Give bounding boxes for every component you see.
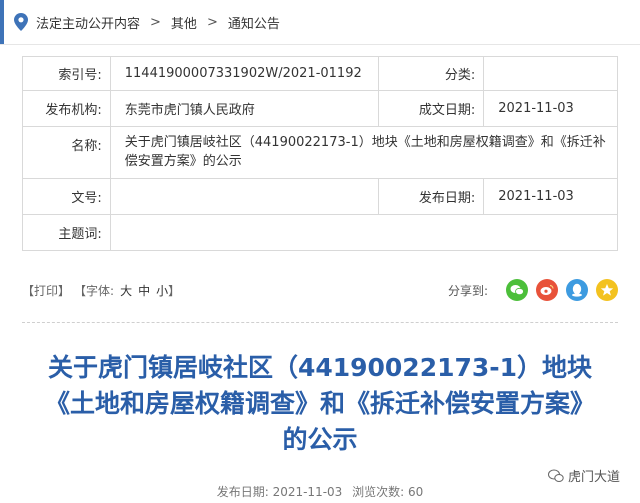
docno-label: 文号: <box>22 178 111 215</box>
meta-row-index: 索引号: 11441900007331902W/2021-01192 分类: <box>22 56 618 91</box>
weibo-icon[interactable] <box>536 279 558 301</box>
title-line-3: 的公示 <box>282 425 358 454</box>
meta-row-subject: 主题词: <box>22 214 619 251</box>
font-size-label: 【字体: <box>74 283 115 298</box>
meta-row-publisher: 发布机构: 东莞市虎门镇人民政府 成文日期: 2021-11-03 <box>22 90 618 127</box>
qzone-icon[interactable] <box>596 279 618 301</box>
subject-value <box>109 214 619 251</box>
font-size-small[interactable]: 小 <box>156 282 168 299</box>
document-meta-table: 索引号: 11441900007331902W/2021-01192 分类: 发… <box>22 56 619 251</box>
wechat-icon[interactable] <box>506 279 528 301</box>
pub-date-label: 发布日期: <box>377 178 485 215</box>
written-date-label: 成文日期: <box>377 90 485 127</box>
title-line-2: 《土地和房屋权籍调查》和《拆迁补偿安置方案》 <box>44 389 595 418</box>
category-label: 分类: <box>377 56 485 91</box>
index-label: 索引号: <box>22 56 111 91</box>
docno-value <box>109 178 379 215</box>
pub-date-value: 2021-11-03 <box>483 178 618 215</box>
publisher-label: 发布机构: <box>22 90 111 127</box>
subject-label: 主题词: <box>22 214 111 251</box>
font-size-large[interactable]: 大 <box>120 282 132 299</box>
location-pin-icon <box>14 13 28 31</box>
breadcrumb-separator: > <box>206 14 218 30</box>
category-value <box>483 56 618 91</box>
qq-icon[interactable] <box>566 279 588 301</box>
font-size-medium[interactable]: 中 <box>138 282 150 299</box>
publish-info: 发布日期: 2021-11-03 浏览次数: 60 <box>0 483 640 500</box>
name-label: 名称: <box>22 126 111 179</box>
accent-bar <box>0 0 4 44</box>
meta-row-name: 名称: 关于虎门镇居岐社区（44190022173-1）地块《土地和房屋权籍调查… <box>22 126 619 179</box>
meta-row-docno: 文号: 发布日期: 2021-11-03 <box>22 178 618 215</box>
breadcrumb: 法定主动公开内容 > 其他 > 通知公告 <box>0 0 640 45</box>
written-date-value: 2021-11-03 <box>483 90 618 127</box>
breadcrumb-item-public-content[interactable]: 法定主动公开内容 <box>36 13 140 32</box>
share-bar: 分享到: <box>448 279 618 301</box>
index-value: 11441900007331902W/2021-01192 <box>109 56 379 91</box>
publisher-value: 东莞市虎门镇人民政府 <box>109 90 379 127</box>
print-link[interactable]: 【打印】 <box>22 282 70 299</box>
article-title: 关于虎门镇居岐社区（44190022173-1）地块 《土地和房屋权籍调查》和《… <box>20 350 620 458</box>
publish-date-value: 2021-11-03 <box>272 485 343 499</box>
views-label: 浏览次数: <box>352 485 405 499</box>
font-size-close: 】 <box>168 283 181 298</box>
breadcrumb-item-notices[interactable]: 通知公告 <box>228 13 280 32</box>
title-line-1: 关于虎门镇居岐社区（44190022173-1）地块 <box>47 353 593 382</box>
views-value: 60 <box>408 485 424 499</box>
breadcrumb-item-other[interactable]: 其他 <box>171 13 197 32</box>
wechat-watermark-icon <box>547 469 564 482</box>
article-tools: 【打印】 【字体: 大 中 小 】 分享到: <box>22 276 618 304</box>
breadcrumb-separator: > <box>150 14 161 30</box>
section-divider <box>22 322 618 323</box>
publish-date-label: 发布日期: <box>216 485 269 499</box>
share-label: 分享到: <box>447 283 488 298</box>
name-value: 关于虎门镇居岐社区（44190022173-1）地块《土地和房屋权籍调查》和《拆… <box>109 126 619 179</box>
